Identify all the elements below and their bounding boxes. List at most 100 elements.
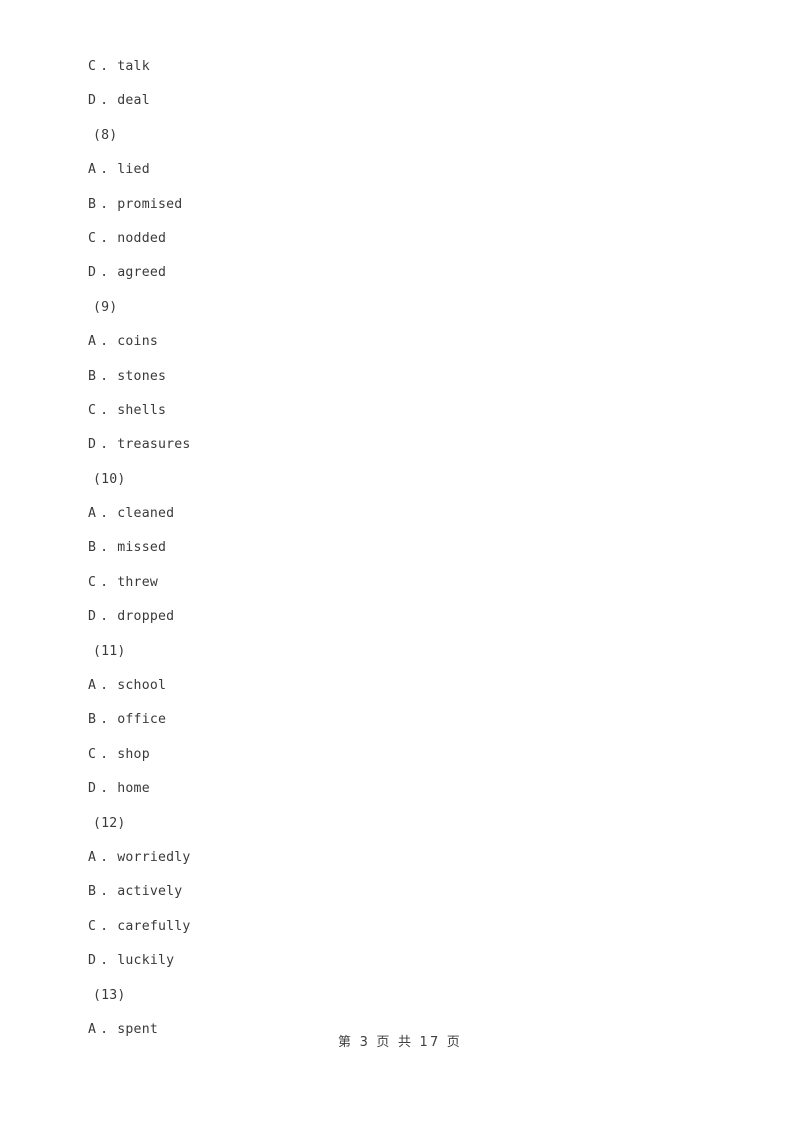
option-text: shop — [117, 746, 150, 762]
footer-prefix: 第 — [338, 1035, 354, 1050]
option-letter: C — [88, 574, 97, 590]
option-text: threw — [117, 574, 158, 590]
answer-option: D. home — [88, 772, 708, 806]
footer-page-number: 3 — [359, 1035, 371, 1050]
option-letter: C — [88, 230, 97, 246]
option-text: talk — [117, 59, 150, 74]
option-separator: . — [100, 884, 109, 900]
option-letter: C — [88, 918, 97, 934]
option-separator: . — [100, 230, 109, 246]
option-letter: B — [88, 712, 97, 728]
answer-option: C. talk — [88, 50, 708, 84]
option-text: luckily — [117, 953, 175, 969]
option-text: promised — [117, 196, 183, 212]
option-letter: D — [88, 93, 97, 109]
option-text: carefully — [117, 918, 191, 934]
option-text: school — [117, 678, 167, 694]
option-separator: . — [100, 574, 109, 590]
option-text: treasures — [117, 437, 191, 453]
question-number: (13) — [93, 987, 126, 1003]
option-letter: A — [88, 678, 97, 694]
option-letter: B — [88, 884, 97, 900]
option-separator: . — [100, 93, 109, 109]
answer-option: C. shop — [88, 738, 708, 772]
option-text: deal — [117, 93, 150, 109]
answer-option: C. carefully — [88, 910, 708, 944]
answer-option: C. nodded — [88, 222, 708, 256]
option-separator: . — [100, 59, 109, 74]
option-separator: . — [100, 953, 109, 969]
question-list: C. talk D. deal (8) A. lied B. promised C. nodded D… — [88, 50, 708, 1047]
option-separator: . — [100, 678, 109, 694]
option-letter: C — [88, 746, 97, 762]
option-text: worriedly — [117, 849, 191, 865]
option-separator: . — [100, 746, 109, 762]
answer-option: A. cleaned — [88, 497, 708, 531]
option-letter: B — [88, 196, 97, 212]
option-text: home — [117, 781, 150, 797]
question-number: (12) — [93, 815, 126, 831]
answer-option: D. dropped — [88, 600, 708, 634]
option-separator: . — [100, 712, 109, 728]
option-letter: A — [88, 506, 97, 522]
option-letter: B — [88, 540, 97, 556]
option-letter: A — [88, 162, 97, 178]
answer-option: C. threw — [88, 566, 708, 600]
option-text: office — [117, 712, 167, 728]
option-separator: . — [100, 540, 109, 556]
option-letter: D — [88, 953, 97, 969]
option-separator: . — [100, 506, 109, 522]
option-separator: . — [100, 781, 109, 797]
option-separator: . — [100, 437, 109, 453]
option-text: nodded — [117, 230, 167, 246]
question-number: (9) — [93, 299, 118, 315]
option-letter: A — [88, 849, 97, 865]
answer-option: D. agreed — [88, 256, 708, 290]
answer-option: B. stones — [88, 360, 708, 394]
footer-page-unit: 页 — [376, 1035, 392, 1050]
option-separator: . — [100, 402, 109, 418]
option-letter: D — [88, 781, 97, 797]
answer-option: C. shells — [88, 394, 708, 428]
option-separator: . — [100, 265, 109, 281]
question-number: (8) — [93, 127, 118, 143]
option-text: stones — [117, 368, 167, 384]
option-letter: C — [88, 402, 97, 418]
option-text: lied — [117, 162, 150, 178]
option-text: coins — [117, 334, 158, 350]
option-text: agreed — [117, 265, 167, 281]
option-letter: D — [88, 265, 97, 281]
answer-option: D. luckily — [88, 944, 708, 978]
answer-option: B. actively — [88, 875, 708, 909]
footer-total-unit: 页 — [446, 1035, 462, 1050]
option-separator: . — [100, 368, 109, 384]
option-separator: . — [100, 196, 109, 212]
option-separator: . — [100, 162, 109, 178]
footer-total-pages: 17 — [419, 1035, 441, 1050]
question-number: (10) — [93, 471, 126, 487]
option-separator: . — [100, 918, 109, 934]
option-separator: . — [100, 609, 109, 625]
answer-option: B. missed — [88, 531, 708, 565]
answer-option: A. lied — [88, 153, 708, 187]
document-page: C. talk D. deal (8) A. lied B. promised C. nodded D… — [0, 0, 800, 1132]
option-text: shells — [117, 402, 167, 418]
answer-option: A. coins — [88, 325, 708, 359]
answer-option: B. promised — [88, 188, 708, 222]
question-number: (11) — [93, 643, 126, 659]
page-footer: 第 3 页 共 17 页 — [0, 1032, 800, 1054]
option-letter: B — [88, 368, 97, 384]
option-text: missed — [117, 540, 167, 556]
option-separator: . — [100, 334, 109, 350]
option-text: actively — [117, 884, 183, 900]
option-letter: C — [88, 59, 97, 74]
footer-of-label: 共 — [397, 1035, 414, 1050]
answer-option: D. deal — [88, 84, 708, 118]
option-text: cleaned — [117, 506, 175, 522]
answer-option: D. treasures — [88, 428, 708, 462]
option-letter: A — [88, 334, 97, 350]
answer-option: B. office — [88, 703, 708, 737]
option-text: dropped — [117, 609, 175, 625]
option-letter: D — [88, 437, 97, 453]
answer-option: A. worriedly — [88, 841, 708, 875]
